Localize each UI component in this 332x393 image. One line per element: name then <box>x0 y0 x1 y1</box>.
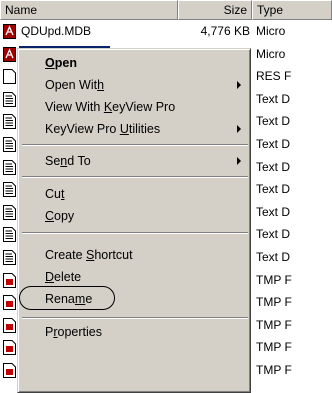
text-doc-icon <box>3 114 16 130</box>
text-doc-icon <box>3 227 16 243</box>
file-type: Micro <box>256 24 286 38</box>
column-header-type[interactable]: Type <box>252 0 332 20</box>
column-header-bar: Name Size Type <box>0 0 332 20</box>
file-type: TMP F <box>256 317 292 332</box>
submenu-arrow-icon <box>237 81 241 89</box>
access-db-icon <box>3 46 16 62</box>
file-icon <box>3 69 16 85</box>
text-doc-icon <box>3 91 16 107</box>
file-type: Text D <box>256 114 291 129</box>
file-type: TMP F <box>256 362 292 377</box>
tmp-file-icon <box>3 295 16 311</box>
context-menu: Open Open With View With KeyView Pro Key… <box>17 48 251 393</box>
tmp-file-icon <box>3 272 16 288</box>
file-type: TMP F <box>256 272 292 287</box>
column-header-size[interactable]: Size <box>178 0 252 20</box>
file-type: Text D <box>256 249 291 264</box>
menu-item-properties[interactable]: Properties <box>21 321 247 343</box>
menu-separator <box>22 317 248 319</box>
file-type: RES F <box>256 69 292 84</box>
file-size: 4,776 KB <box>200 24 250 38</box>
text-doc-icon <box>3 159 16 175</box>
access-db-icon <box>3 24 16 39</box>
menu-item-view-with-keyview[interactable]: View With KeyView Pro <box>21 96 247 118</box>
menu-item-open[interactable]: Open <box>21 52 247 74</box>
file-type: Micro <box>256 46 286 61</box>
file-type: Text D <box>256 204 291 219</box>
submenu-arrow-icon <box>237 157 241 165</box>
menu-item-open-with[interactable]: Open With <box>21 74 247 96</box>
file-type: Text D <box>256 91 291 106</box>
text-doc-icon <box>3 182 16 198</box>
menu-item-delete[interactable]: Delete <box>21 266 247 288</box>
menu-separator <box>22 232 248 234</box>
tmp-file-icon <box>3 340 16 356</box>
file-row[interactable]: QDUpd.MDB 4,776 KB Micro <box>0 20 332 43</box>
file-type: TMP F <box>256 340 292 355</box>
text-doc-icon <box>3 136 16 152</box>
column-header-name[interactable]: Name <box>0 0 178 20</box>
tmp-file-icon <box>3 317 16 333</box>
menu-item-send-to[interactable]: Send To <box>21 150 247 172</box>
text-doc-icon <box>3 204 16 220</box>
menu-separator <box>22 144 248 146</box>
tmp-file-icon <box>3 362 16 378</box>
submenu-arrow-icon <box>237 125 241 133</box>
file-type: Text D <box>256 136 291 151</box>
menu-item-copy[interactable]: Copy <box>21 205 247 227</box>
menu-item-cut[interactable]: Cut <box>21 183 247 205</box>
menu-item-create-shortcut[interactable]: Create Shortcut <box>21 244 247 266</box>
file-type: TMP F <box>256 295 292 310</box>
menu-item-rename[interactable]: Rename <box>21 288 247 310</box>
file-type: Text D <box>256 227 291 242</box>
file-name: QDUpd.MDB <box>21 24 92 38</box>
file-type: Text D <box>256 159 291 174</box>
file-type: Text D <box>256 182 291 197</box>
text-doc-icon <box>3 249 16 265</box>
menu-separator <box>22 176 248 178</box>
menu-item-keyview-utilities[interactable]: KeyView Pro Utilities <box>21 118 247 140</box>
